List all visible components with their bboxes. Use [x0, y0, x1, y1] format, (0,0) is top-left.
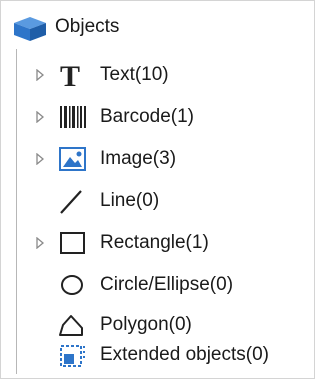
svg-text:T: T	[60, 60, 80, 90]
tree-item-barcode[interactable]: Barcode(1)	[1, 99, 314, 135]
expand-chevron-icon[interactable]	[35, 110, 45, 124]
expand-chevron-icon[interactable]	[35, 152, 45, 166]
tree-item-label: Polygon(0)	[100, 314, 192, 335]
expand-chevron-icon[interactable]	[35, 236, 45, 250]
tree-item-label: Line(0)	[100, 190, 160, 211]
tree-item-ellipse[interactable]: Circle/Ellipse(0)	[1, 267, 314, 303]
tree-item-label: Image(3)	[100, 148, 177, 169]
tree-item-label: Rectangle(1)	[100, 232, 209, 253]
image-icon	[57, 144, 89, 174]
rectangle-icon	[57, 228, 89, 258]
objects-panel: Objects T Text(10) Barcode(1) Image(3) L…	[0, 0, 315, 379]
tree-item-extended-objects[interactable]: Extended objects(0)	[1, 337, 314, 373]
tree-item-label: Text(10)	[100, 64, 169, 85]
panel-title: Objects	[55, 16, 120, 37]
tree-item-label: Barcode(1)	[100, 106, 194, 127]
objects-root-node[interactable]: Objects	[1, 9, 314, 45]
barcode-icon	[57, 102, 89, 132]
line-icon	[57, 186, 89, 216]
tree-item-line[interactable]: Line(0)	[1, 183, 314, 219]
extended-objects-icon	[57, 340, 89, 370]
tree-item-label: Extended objects(0)	[100, 344, 269, 365]
expand-chevron-icon[interactable]	[35, 68, 45, 82]
cube-icon	[13, 16, 47, 42]
tree-item-text[interactable]: T Text(10)	[1, 57, 314, 93]
ellipse-icon	[57, 270, 89, 300]
tree-item-label: Circle/Ellipse(0)	[100, 274, 234, 295]
tree-item-image[interactable]: Image(3)	[1, 141, 314, 177]
polygon-icon	[57, 310, 89, 340]
tree-item-rectangle[interactable]: Rectangle(1)	[1, 225, 314, 261]
text-T-icon: T	[57, 60, 89, 93]
